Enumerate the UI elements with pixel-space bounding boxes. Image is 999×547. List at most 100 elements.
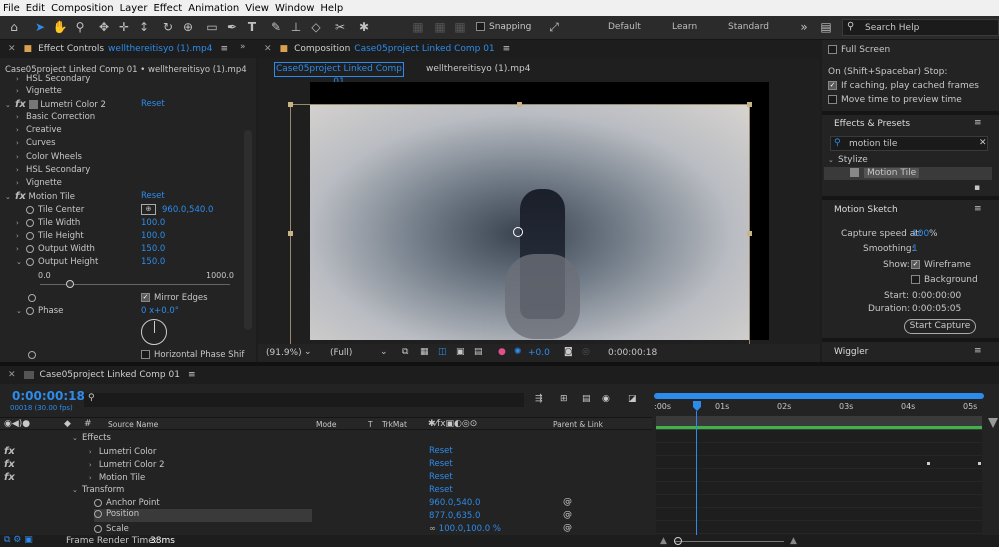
view-axis-icon[interactable]: ▦ — [452, 19, 468, 35]
lock-icon[interactable]: ■ — [24, 44, 33, 54]
lock-icon[interactable]: ■ — [280, 44, 289, 54]
timeline-tab[interactable]: ✕ Case05project Linked Comp 01 ≡ — [0, 366, 999, 384]
zoom-out-icon[interactable]: ▲ — [660, 536, 667, 546]
draft-3d-icon[interactable]: ⊞ — [560, 394, 568, 404]
time-ruler[interactable]: :00s 01s 02s 03s 04s 05s — [654, 402, 994, 415]
eraser-tool-icon[interactable]: ◇ — [308, 19, 324, 35]
lumetri-reset-link[interactable]: Reset — [429, 445, 453, 458]
bbox-handle-tl[interactable] — [288, 102, 293, 107]
menu-window[interactable]: Window — [272, 3, 317, 14]
zoom-dropdown[interactable]: (91.9%) — [266, 348, 302, 358]
expand-icon[interactable]: » — [240, 42, 246, 52]
chevron-down-icon[interactable]: ⌄ — [304, 347, 312, 357]
puppet-pin-icon[interactable]: ✱ — [356, 19, 372, 35]
stopwatch-icon[interactable] — [94, 498, 102, 507]
lumetri2-reset-link[interactable]: Reset — [429, 458, 453, 471]
clone-stamp-icon[interactable]: ⊥ — [288, 19, 304, 35]
bbox-handle-ml[interactable] — [288, 231, 293, 236]
tl-row-transform[interactable]: ⌄ Transform — [72, 484, 124, 497]
menu-layer[interactable]: Layer — [117, 3, 151, 14]
world-axis-icon[interactable]: ▦ — [432, 19, 448, 35]
ec-row-vignette[interactable]: › Vignette — [16, 177, 62, 190]
effects-search-input[interactable]: ⚲ motion tile ✕ — [830, 136, 988, 151]
crosshair-icon[interactable]: ⊕ — [141, 204, 156, 215]
timeline-timecode[interactable]: 0:00:00:18 — [12, 389, 85, 403]
dolly-camera-icon[interactable]: ↕ — [136, 19, 152, 35]
anchor-point-value[interactable]: 960.0,540.0 — [429, 497, 480, 510]
show-snapshot-icon[interactable]: ◎ — [582, 347, 590, 357]
ec-row-curves[interactable]: › Curves — [16, 137, 56, 150]
capture-speed-value[interactable]: 100 — [912, 229, 929, 239]
stopwatch-icon[interactable] — [26, 306, 34, 315]
close-icon[interactable]: ✕ — [8, 44, 16, 54]
zoom-slider-handle[interactable] — [674, 537, 682, 545]
keyframe-marker[interactable] — [978, 462, 981, 465]
parent-link-header[interactable]: Parent & Link — [553, 420, 603, 429]
brush-tool-icon[interactable]: ✎ — [268, 19, 284, 35]
background-checkbox[interactable]: Background — [911, 275, 978, 285]
mode-header[interactable]: Mode — [316, 420, 336, 429]
ec-row-vignette-top[interactable]: › Vignette — [16, 85, 62, 98]
pickwhip-icon[interactable]: @ — [563, 523, 572, 533]
panel-menu-icon[interactable]: ≡ — [188, 370, 196, 380]
close-icon[interactable]: ✕ — [8, 370, 16, 380]
tile-height-value[interactable]: 100.0 — [141, 230, 165, 243]
tl-row-effects[interactable]: ⌄ Effects — [72, 432, 111, 445]
tl-row-motion-tile[interactable]: fx › Motion Tile — [4, 471, 145, 484]
pen-tool-icon[interactable]: ✒ — [224, 19, 240, 35]
frame-blending-icon[interactable]: ◉ — [602, 394, 610, 404]
menu-animation[interactable]: Animation — [185, 3, 242, 14]
stopwatch-icon[interactable] — [26, 257, 34, 266]
zoom-in-icon[interactable]: ▲ — [790, 536, 797, 546]
workspace-default[interactable]: Default — [608, 22, 641, 32]
slider-handle[interactable] — [66, 280, 74, 288]
stopwatch-icon[interactable] — [26, 218, 34, 227]
wireframe-checkbox[interactable]: ✓ Wireframe — [911, 260, 971, 270]
chevron-down-icon[interactable]: ⌄ — [380, 347, 388, 357]
exposure-icon[interactable]: ✺ — [514, 347, 522, 357]
stopwatch-icon[interactable] — [28, 350, 36, 359]
pickwhip-icon[interactable]: @ — [563, 510, 572, 520]
output-width-value[interactable]: 150.0 — [141, 243, 165, 256]
workspace-learn[interactable]: Learn — [672, 22, 697, 32]
effect-controls-tab[interactable]: ✕ ■ Effect Controls wellthereitisyo (1).… — [0, 40, 256, 58]
bbox-handle-tr[interactable] — [747, 102, 752, 107]
layer-duration-bar[interactable] — [656, 426, 982, 429]
reset-link[interactable]: Reset — [141, 98, 165, 111]
ec-row-creative[interactable]: › Creative — [16, 124, 62, 137]
work-area-bar[interactable] — [654, 393, 984, 399]
mirror-edges-checkbox[interactable]: ✓ Mirror Edges — [141, 292, 208, 305]
panel-menu-icon[interactable]: ≡ — [974, 346, 982, 356]
if-caching-checkbox[interactable]: ✓ If caching, play cached frames — [828, 81, 979, 91]
graph-editor-icon[interactable]: ◪ — [628, 394, 637, 404]
search-help-box[interactable]: ⚲ Search Help — [842, 19, 999, 36]
comp-timecode[interactable]: 0:00:00:18 — [608, 348, 657, 358]
snapshot-icon[interactable]: ◙ — [564, 347, 573, 357]
stopwatch-icon[interactable] — [26, 244, 34, 253]
workspace-panel-icon[interactable]: ▤ — [818, 19, 834, 35]
resolution-dropdown[interactable]: (Full) — [330, 348, 352, 358]
bbox-handle-mr[interactable] — [747, 231, 752, 236]
panel-menu-icon[interactable]: ≡ — [220, 44, 228, 54]
ec-row-color-wheels[interactable]: › Color Wheels — [16, 151, 82, 164]
output-height-value[interactable]: 150.0 — [141, 256, 165, 269]
ec-row-basic-correction[interactable]: › Basic Correction — [16, 111, 95, 124]
mask-visibility-icon[interactable]: ◫ — [438, 347, 447, 357]
ec-row-hsl-secondary[interactable]: › HSL Secondary — [16, 164, 90, 177]
menu-edit[interactable]: Edit — [23, 3, 48, 14]
menu-effect[interactable]: Effect — [150, 3, 185, 14]
pan-camera-icon[interactable]: ✛ — [116, 19, 132, 35]
keyframe-marker[interactable] — [927, 462, 930, 465]
type-tool-icon[interactable]: T — [244, 19, 260, 35]
workspace-overflow-icon[interactable]: » — [796, 19, 812, 35]
pan-behind-icon[interactable]: ⊕ — [180, 19, 196, 35]
stylize-category[interactable]: ⌄ Stylize — [828, 155, 868, 165]
trkmat-header[interactable]: TrkMat — [382, 420, 407, 429]
ec-scrollbar[interactable] — [244, 130, 252, 330]
zoom-tool-icon[interactable]: ⚲ — [72, 19, 88, 35]
fast-preview-icon[interactable]: ⧉ — [402, 347, 408, 357]
selection-tool-icon[interactable]: ➤ — [32, 19, 48, 35]
snap-options-icon[interactable]: ⤢ — [546, 19, 562, 35]
close-icon[interactable]: ✕ — [264, 44, 272, 54]
menu-composition[interactable]: Composition — [48, 3, 116, 14]
